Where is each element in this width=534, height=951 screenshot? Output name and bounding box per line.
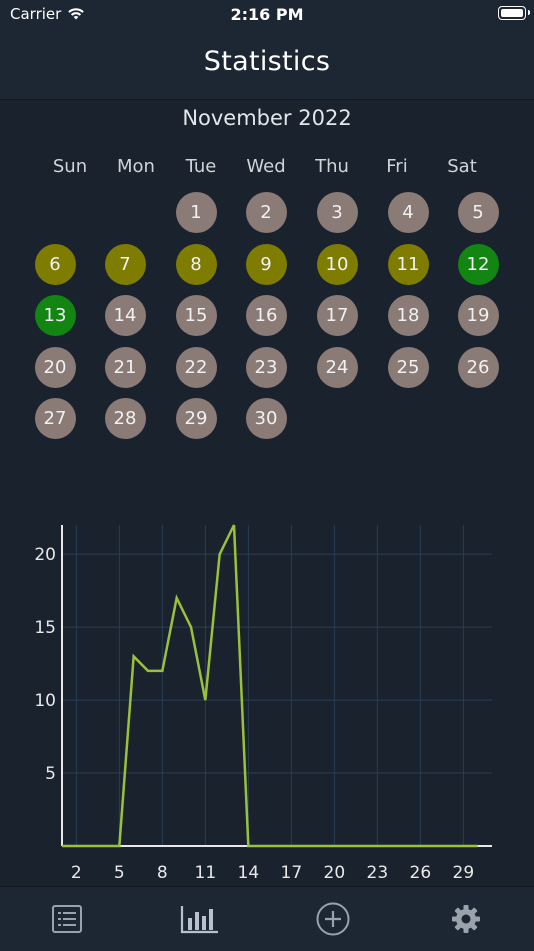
- calendar-day[interactable]: 14: [105, 295, 146, 336]
- y-tick-label: 15: [34, 618, 56, 638]
- tab-bar: [0, 886, 534, 951]
- x-tick-label: 11: [195, 863, 217, 883]
- calendar-day[interactable]: 7: [105, 244, 146, 285]
- calendar-day[interactable]: 24: [317, 347, 358, 388]
- weekday-label: Mon: [101, 156, 171, 177]
- weekday-label: Fri: [362, 156, 432, 177]
- calendar-day[interactable]: 27: [35, 398, 76, 439]
- series-line: [62, 525, 478, 846]
- y-tick-label: 10: [34, 691, 56, 711]
- calendar-day[interactable]: 28: [105, 398, 146, 439]
- calendar-day[interactable]: 6: [35, 244, 76, 285]
- weekday-label: Sat: [427, 156, 497, 177]
- line-chart: 510152025811141720232629: [0, 500, 534, 890]
- calendar-day[interactable]: 21: [105, 347, 146, 388]
- bar-chart-icon: [180, 904, 220, 934]
- calendar-day[interactable]: 8: [176, 244, 217, 285]
- calendar-day[interactable]: 11: [388, 244, 429, 285]
- x-tick-label: 17: [281, 863, 303, 883]
- calendar-day[interactable]: 26: [458, 347, 499, 388]
- calendar-day[interactable]: 9: [246, 244, 287, 285]
- calendar-day[interactable]: 18: [388, 295, 429, 336]
- calendar-day[interactable]: 10: [317, 244, 358, 285]
- x-tick-label: 20: [324, 863, 346, 883]
- status-bar: Carrier 2:16 PM: [0, 0, 534, 28]
- battery-icon: [498, 6, 526, 20]
- tab-settings[interactable]: [446, 901, 486, 937]
- tab-statistics[interactable]: [180, 901, 220, 937]
- calendar-month-label: November 2022: [0, 106, 534, 130]
- calendar-day[interactable]: 15: [176, 295, 217, 336]
- weekday-label: Thu: [297, 156, 367, 177]
- y-tick-label: 5: [45, 764, 56, 784]
- tab-add[interactable]: [313, 901, 353, 937]
- tab-list[interactable]: [47, 901, 87, 937]
- navigation-bar: Statistics: [0, 28, 534, 100]
- calendar-day[interactable]: 19: [458, 295, 499, 336]
- calendar-day[interactable]: 23: [246, 347, 287, 388]
- add-circle-icon: [315, 901, 351, 937]
- x-tick-label: 29: [453, 863, 475, 883]
- clock: 2:16 PM: [0, 5, 534, 24]
- calendar-day[interactable]: 13: [35, 295, 76, 336]
- list-icon: [51, 904, 83, 934]
- x-tick-label: 5: [114, 863, 125, 883]
- calendar-day[interactable]: 5: [458, 192, 499, 233]
- calendar-day[interactable]: 3: [317, 192, 358, 233]
- page-title: Statistics: [0, 46, 534, 77]
- calendar-day[interactable]: 29: [176, 398, 217, 439]
- x-tick-label: 26: [410, 863, 432, 883]
- weekday-label: Sun: [35, 156, 105, 177]
- gear-icon: [450, 903, 482, 935]
- calendar-day[interactable]: 22: [176, 347, 217, 388]
- calendar-day[interactable]: 12: [458, 244, 499, 285]
- calendar-day[interactable]: 17: [317, 295, 358, 336]
- x-tick-label: 23: [367, 863, 389, 883]
- y-tick-label: 20: [34, 545, 56, 565]
- calendar-day[interactable]: 16: [246, 295, 287, 336]
- calendar-day[interactable]: 4: [388, 192, 429, 233]
- x-tick-label: 14: [238, 863, 260, 883]
- calendar-day[interactable]: 20: [35, 347, 76, 388]
- calendar-day[interactable]: 1: [176, 192, 217, 233]
- weekday-label: Wed: [231, 156, 301, 177]
- calendar-day[interactable]: 2: [246, 192, 287, 233]
- calendar-day[interactable]: 30: [246, 398, 287, 439]
- x-tick-label: 2: [71, 863, 82, 883]
- calendar-day[interactable]: 25: [388, 347, 429, 388]
- x-tick-label: 8: [157, 863, 168, 883]
- weekday-label: Tue: [166, 156, 236, 177]
